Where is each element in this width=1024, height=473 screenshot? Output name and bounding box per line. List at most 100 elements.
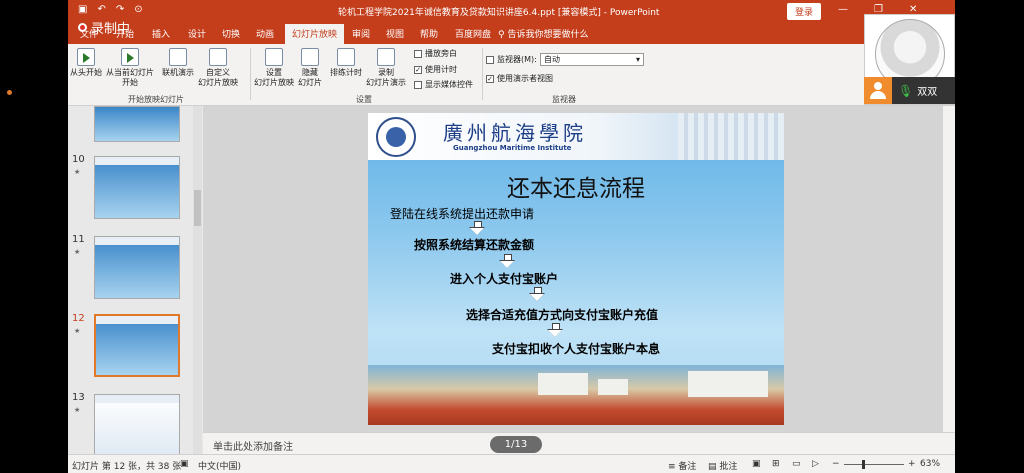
setup-slideshow-button[interactable]: 设置 幻灯片放映 xyxy=(254,48,294,88)
thumbnail-scrollbar[interactable] xyxy=(193,106,202,454)
notes-toggle-label: 备注 xyxy=(678,462,697,472)
tab-help[interactable]: 帮助 xyxy=(420,27,438,40)
from-current-label-2: 开始 xyxy=(122,78,138,87)
presenter-view-checkbox[interactable]: ✓ 使用演示者视图 xyxy=(486,73,553,84)
normal-view-icon[interactable]: ▣ xyxy=(752,459,761,469)
undo-icon[interactable]: ↶ xyxy=(97,4,105,15)
status-bar: 幻灯片 第 12 张，共 38 张 ▣ 中文(中国) ≡ 备注 ▤ 批注 ▣ ⊞… xyxy=(68,454,955,473)
tab-view[interactable]: 视图 xyxy=(386,27,404,40)
setup-label: 设置 xyxy=(266,68,282,77)
current-slide[interactable]: 廣州航海學院 Guangzhou Maritime Institute 还本还息… xyxy=(368,113,784,425)
group-label-start: 开始放映幻灯片 xyxy=(128,95,184,104)
flow-step-4: 选择合适充值方式向支付宝账户充值 xyxy=(466,308,659,322)
tab-insert[interactable]: 插入 xyxy=(152,27,170,40)
zoom-percent[interactable]: 63% xyxy=(920,459,940,469)
slideshow-icon[interactable]: ⊙ xyxy=(134,4,142,15)
online-present-button[interactable]: 联机演示 xyxy=(162,48,194,78)
play-narrations-label: 播放旁白 xyxy=(425,49,457,58)
flow-step-2: 按照系统结算还款金额 xyxy=(414,238,535,252)
building-shape xyxy=(688,371,768,397)
slide-title: 还本还息流程 xyxy=(507,176,645,202)
online-present-label: 联机演示 xyxy=(162,68,194,77)
tab-review[interactable]: 审阅 xyxy=(352,27,370,40)
thumbnail-header xyxy=(95,157,179,165)
tab-baidu-netdisk[interactable]: 百度网盘 xyxy=(455,27,491,40)
save-icon[interactable]: ▣ xyxy=(78,4,87,15)
flow-step-1: 登陆在线系统提出还款申请 xyxy=(390,207,535,221)
from-current-label: 从当前幻灯片 xyxy=(106,68,154,77)
slide-thumbnail-9[interactable] xyxy=(94,106,180,142)
meeting-participant-bar: 🎙 双双 xyxy=(864,77,955,104)
chevron-down-icon: ▾ xyxy=(635,55,640,64)
comments-toggle[interactable]: ▤ 批注 xyxy=(708,459,737,472)
tab-design[interactable]: 设计 xyxy=(188,27,206,40)
tell-me-label: 告诉我你想要做什么 xyxy=(507,30,589,40)
record-icon xyxy=(78,23,87,32)
tab-transitions[interactable]: 切换 xyxy=(222,27,240,40)
down-arrow-icon xyxy=(529,287,545,301)
minimize-button[interactable]: — xyxy=(838,4,848,15)
reading-view-icon[interactable]: ▭ xyxy=(792,459,801,469)
slide-thumbnail-12[interactable] xyxy=(94,314,180,377)
hide-slide-icon xyxy=(301,48,319,66)
flow-step-5: 支付宝扣收个人支付宝账户本息 xyxy=(492,342,661,356)
group-separator xyxy=(482,48,483,100)
language-indicator[interactable]: 中文(中国) xyxy=(198,459,241,472)
checkbox-checked: ✓ xyxy=(486,74,494,83)
group-label-setup: 设置 xyxy=(356,95,372,104)
record-slideshow-button[interactable]: 录制 幻灯片演示 xyxy=(366,48,406,88)
custom-slideshow-button[interactable]: 自定义 幻灯片放映 xyxy=(198,48,238,88)
edit-scrollbar[interactable] xyxy=(943,106,955,432)
ribbon-slideshow: 从头开始 从当前幻灯片 开始 联机演示 自定义 幻灯片放映 开始放映幻灯片 设置 xyxy=(68,44,955,106)
login-button[interactable]: 登录 xyxy=(787,3,822,20)
zoom-slider-thumb[interactable] xyxy=(862,460,865,469)
notes-toggle[interactable]: ≡ 备注 xyxy=(668,459,696,472)
slide-thumbnail-10[interactable] xyxy=(94,156,180,219)
scrollbar-thumb[interactable] xyxy=(194,190,201,226)
redo-icon[interactable]: ↷ xyxy=(116,4,124,15)
transition-star-icon: ★ xyxy=(74,406,81,414)
thumbnail-header xyxy=(96,316,178,324)
show-media-controls-checkbox[interactable]: 显示媒体控件 xyxy=(414,79,473,90)
title-bar: ▣ ↶ ↷ ⊙ 轮机工程学院2021年诚信教育及贷款知识讲座6.4.ppt [兼… xyxy=(68,0,955,22)
online-present-icon xyxy=(169,48,187,66)
zoom-in-button[interactable]: + xyxy=(908,459,916,469)
document-title: 轮机工程学院2021年诚信教育及贷款知识讲座6.4.ppt [兼容模式] - P… xyxy=(338,8,660,18)
notes-pane[interactable]: 单击此处添加备注 1/13 xyxy=(203,432,955,454)
tell-me-search[interactable]: ⚲ 告诉我你想要做什么 xyxy=(498,27,588,40)
record-slideshow-icon xyxy=(377,48,395,66)
slide-thumbnail-13[interactable] xyxy=(94,394,180,457)
spellcheck-icon[interactable]: ▣ xyxy=(180,459,189,469)
tab-animations[interactable]: 动画 xyxy=(256,27,274,40)
campus-photo xyxy=(368,365,784,425)
microphone-icon[interactable]: 🎙 xyxy=(898,84,913,98)
from-beginning-label: 从头开始 xyxy=(70,68,102,77)
thumbnail-number: 13 xyxy=(72,392,85,403)
slide-thumbnail-pane: 10 ★ 11 ★ 12 ★ 13 ★ xyxy=(68,106,203,457)
school-name-en: Guangzhou Maritime Institute xyxy=(453,144,572,152)
play-narrations-checkbox[interactable]: 播放旁白 xyxy=(414,48,457,59)
slideshow-view-icon[interactable]: ▷ xyxy=(812,459,819,469)
rehearse-label: 排练计时 xyxy=(330,68,362,77)
down-arrow-icon xyxy=(499,254,515,268)
use-timings-checkbox[interactable]: ✓ 使用计时 xyxy=(414,64,457,75)
from-current-button[interactable]: 从当前幻灯片 开始 xyxy=(106,48,154,88)
hide-slide-button[interactable]: 隐藏 幻灯片 xyxy=(298,48,322,88)
slide-sorter-icon[interactable]: ⊞ xyxy=(772,459,780,469)
zoom-slider[interactable] xyxy=(844,460,904,469)
recording-indicator: 录制中 xyxy=(78,18,130,37)
monitor-select[interactable]: 自动 ▾ xyxy=(540,53,644,66)
thumbnail-header xyxy=(95,395,179,403)
slide-thumbnail-11[interactable] xyxy=(94,236,180,299)
transition-star-icon: ★ xyxy=(74,248,81,256)
custom-label: 自定义 xyxy=(206,68,230,77)
zoom-out-button[interactable]: − xyxy=(832,459,840,469)
slide-count: 幻灯片 第 12 张，共 38 张 xyxy=(72,462,182,472)
checkbox-box xyxy=(414,49,422,58)
group-separator xyxy=(250,48,251,100)
custom-slideshow-icon xyxy=(209,48,227,66)
tab-slideshow[interactable]: 幻灯片放映 xyxy=(285,24,345,44)
from-beginning-button[interactable]: 从头开始 xyxy=(70,48,102,78)
rehearse-timings-button[interactable]: 排练计时 xyxy=(330,48,362,78)
monitor-label: 监视器(M): xyxy=(497,55,537,64)
